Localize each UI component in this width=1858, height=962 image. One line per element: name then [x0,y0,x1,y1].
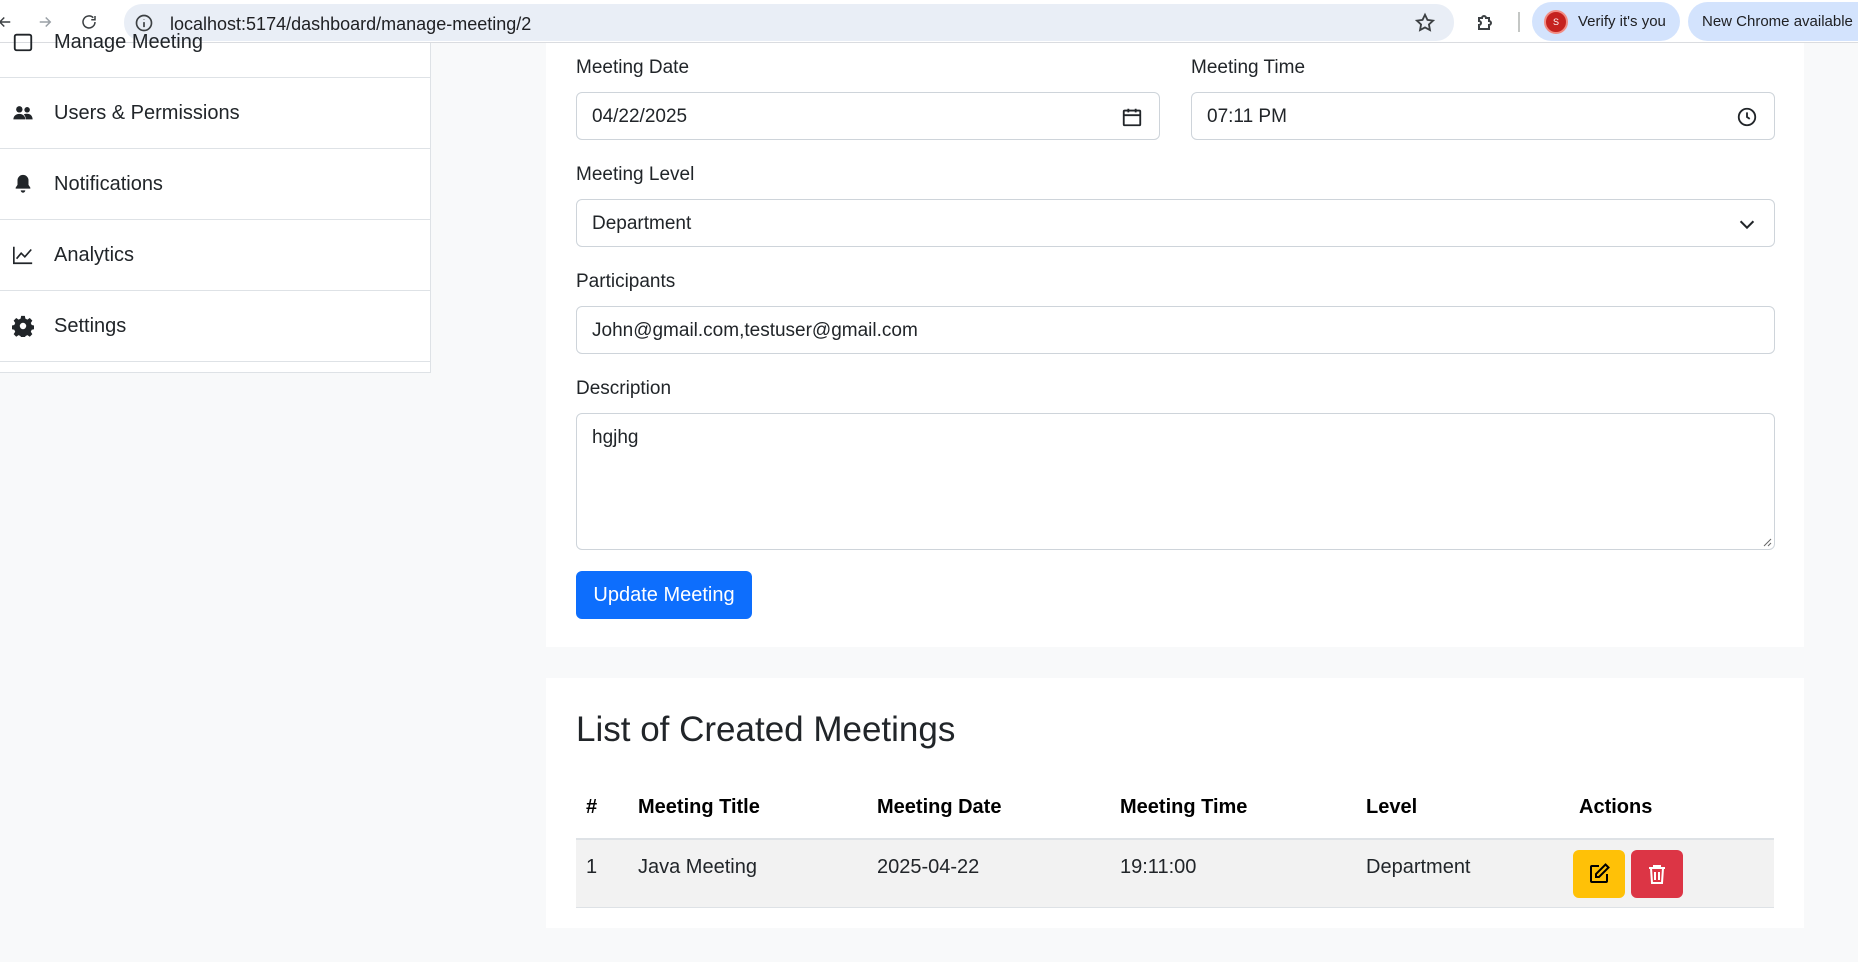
bell-icon [12,173,34,195]
meetings-list-card: List of Created Meetings # Meeting Title… [546,678,1804,928]
sidebar-item-label: Manage Meeting [54,30,203,53]
clock-icon[interactable] [1736,106,1758,128]
delete-button[interactable] [1631,850,1683,898]
description-label: Description [576,378,672,399]
column-header: Meeting Date [877,796,1002,818]
edit-button[interactable] [1573,850,1625,898]
sidebar-item-users-permissions[interactable]: Users & Permissions [0,78,430,149]
chart-line-icon [12,244,34,266]
column-header: Meeting Title [638,796,760,818]
trash-icon [1649,865,1665,884]
users-icon [12,102,34,124]
column-header: Level [1366,796,1418,818]
participants-input[interactable]: John@gmail.com,testuser@gmail.com [576,306,1775,354]
update-meeting-button[interactable]: Update Meeting [576,571,752,619]
verify-label: Verify it's you [1578,13,1666,30]
row-level: Department [1366,856,1471,878]
description-textarea[interactable]: hgjhg [576,413,1775,550]
meeting-date-label: Meeting Date [576,57,690,78]
sidebar-item-label: Analytics [54,243,135,266]
sidebar-item-label: Users & Permissions [54,101,240,124]
column-header: # [586,796,598,818]
sidebar-item-settings[interactable]: Settings [0,291,430,362]
extensions-puzzle-icon[interactable] [1474,10,1498,34]
sidebar-item-notifications[interactable]: Notifications [0,149,430,220]
calendar-picker-icon[interactable] [1121,106,1143,128]
resize-handle-icon[interactable] [1762,537,1772,547]
row-number: 1 [586,856,598,878]
table-row: 1 Java Meeting 2025-04-22 19:11:00 Depar… [576,840,1774,908]
row-title: Java Meeting [638,856,757,878]
column-header: Meeting Time [1120,796,1248,818]
meeting-form: Meeting Date 04/22/2025 Meeting Time 07:… [546,43,1804,647]
chevron-down-icon [1736,213,1758,235]
row-time: 19:11:00 [1120,856,1197,878]
participants-label: Participants [576,271,676,292]
verify-identity-button[interactable]: S Verify it's you [1532,2,1680,41]
edit-icon [1590,863,1610,883]
gear-icon [11,315,35,339]
chrome-update-label: New Chrome available [1702,13,1853,30]
column-header: Actions [1579,796,1653,818]
bookmark-star-icon[interactable] [1414,12,1436,34]
chrome-update-button[interactable]: New Chrome available [1688,2,1858,41]
sidebar-item-manage-meeting[interactable]: Manage Meeting [0,7,430,78]
sidebar-item-label: Notifications [54,172,163,195]
meetings-list-title: List of Created Meetings [576,710,956,749]
sidebar-item-label: Settings [54,314,127,337]
meeting-level-select[interactable]: Department [576,199,1775,247]
row-date: 2025-04-22 [877,856,980,878]
meeting-time-label: Meeting Time [1191,57,1306,78]
sidebar: Manage Meeting Users & Permissions Notif… [0,31,431,373]
meeting-time-input[interactable]: 07:11 PM [1191,92,1775,140]
meeting-level-label: Meeting Level [576,164,695,185]
profile-avatar: S [1544,9,1568,34]
sidebar-item-analytics[interactable]: Analytics [0,220,430,291]
toolbar-divider [1518,12,1520,32]
calendar-icon [12,31,34,53]
meeting-date-input[interactable]: 04/22/2025 [576,92,1160,140]
